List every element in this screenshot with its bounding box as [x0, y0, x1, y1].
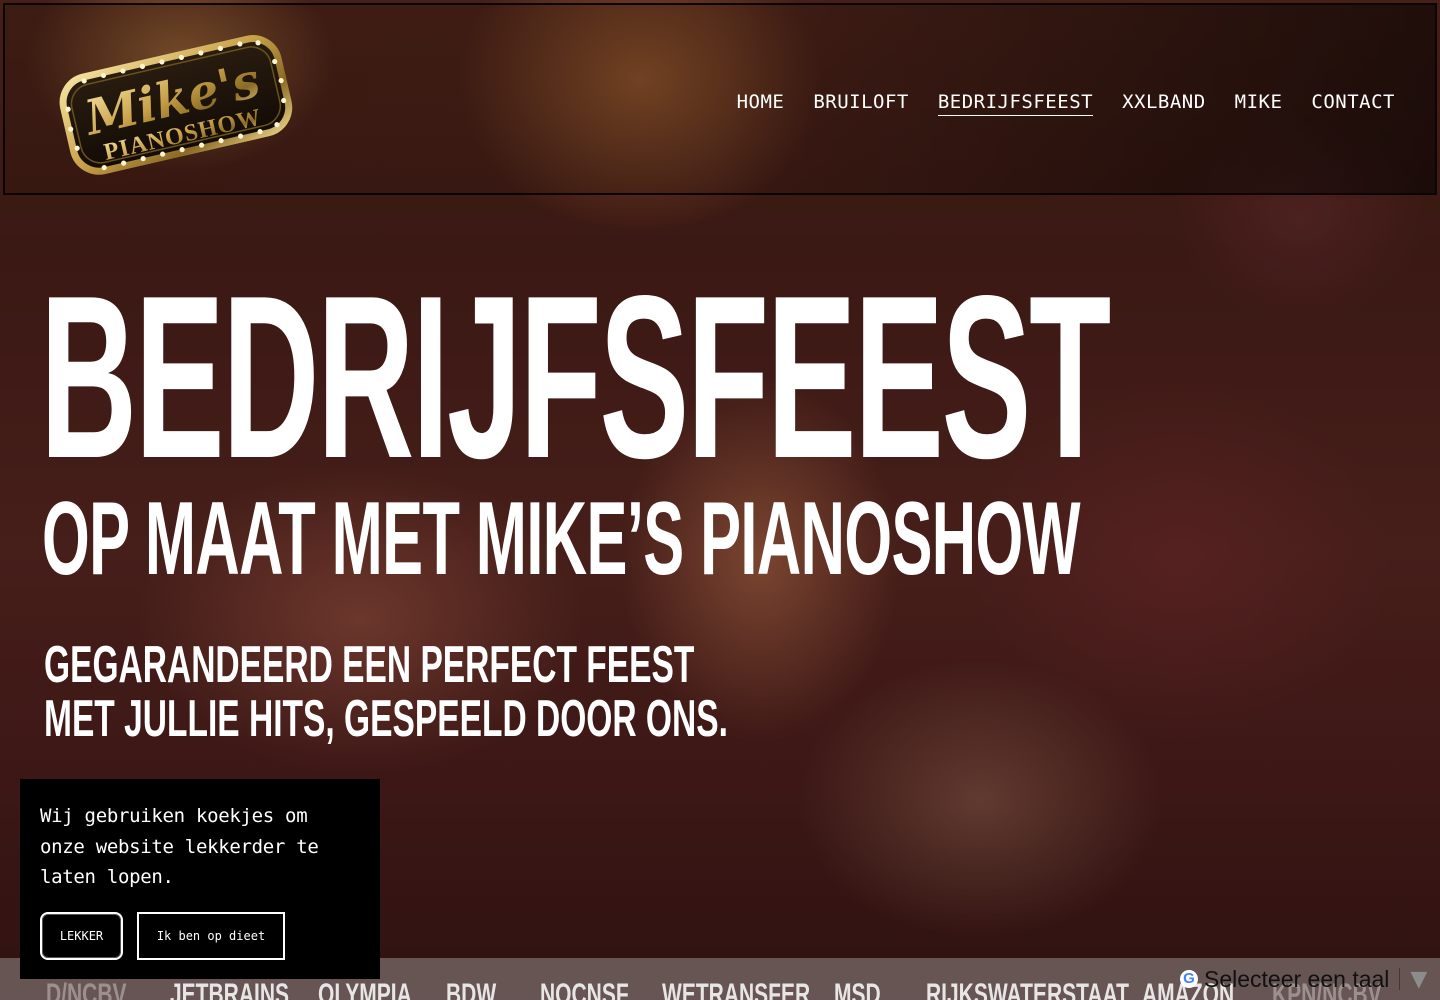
- cookie-accept-button[interactable]: LEKKER: [40, 912, 123, 960]
- language-selector-divider: [1399, 968, 1401, 990]
- hero-subtitle: OP MAAT MET MIKE’S PIANOSHOW: [42, 481, 1081, 597]
- site-header: Mike's PIANOSHOW HOME BRUILOFT BEDRIJFSF…: [3, 3, 1437, 195]
- cookie-decline-button[interactable]: Ik ben op dieet: [137, 912, 285, 960]
- nav-item-bruiloft[interactable]: BRUILOFT: [813, 91, 909, 116]
- hero-title: BEDRIJFSFEEST: [40, 248, 1111, 507]
- client-logo: MSD: [834, 978, 881, 1000]
- client-logo: JETBRAINS: [170, 978, 290, 1000]
- client-logo: WETRANSFER: [662, 978, 811, 1000]
- client-logo: D/NCBV: [46, 978, 127, 1000]
- client-logo: NOCNSF: [540, 978, 629, 1000]
- client-logo: RIJKSWATERSTAAT: [926, 978, 1129, 1000]
- hero-tagline: GEGARANDEERD EEN PERFECT FEEST MET JULLI…: [44, 638, 728, 746]
- nav-item-mike[interactable]: MIKE: [1235, 91, 1283, 116]
- site-logo[interactable]: Mike's PIANOSHOW: [51, 23, 299, 179]
- client-logo: OLYMPIA: [318, 978, 412, 1000]
- cookie-banner: Wij gebruiken koekjes om onze website le…: [20, 779, 380, 979]
- google-g-icon: G: [1180, 970, 1198, 988]
- logo-graphic: Mike's PIANOSHOW: [59, 35, 293, 175]
- nav-item-contact[interactable]: CONTACT: [1311, 91, 1395, 116]
- language-selector[interactable]: G Selecteer een taal ▼: [1180, 962, 1427, 996]
- main-navigation: HOME BRUILOFT BEDRIJFSFEEST XXLBAND MIKE…: [737, 91, 1395, 116]
- cookie-message: Wij gebruiken koekjes om onze website le…: [40, 805, 319, 888]
- dropdown-arrow-icon: ▼: [1410, 966, 1428, 992]
- hero-tagline-line-1: GEGARANDEERD EEN PERFECT FEEST: [44, 636, 695, 694]
- client-logo: BDW: [446, 978, 497, 1000]
- nav-item-home[interactable]: HOME: [737, 91, 785, 116]
- nav-item-bedrijfsfeest[interactable]: BEDRIJFSFEEST: [937, 91, 1094, 116]
- nav-item-xxlband[interactable]: XXLBAND: [1122, 91, 1206, 116]
- hero-tagline-line-2: MET JULLIE HITS, GESPEELD DOOR ONS.: [44, 690, 728, 748]
- cookie-buttons: LEKKER Ik ben op dieet: [40, 912, 285, 960]
- language-selector-label: Selecteer een taal: [1204, 965, 1390, 992]
